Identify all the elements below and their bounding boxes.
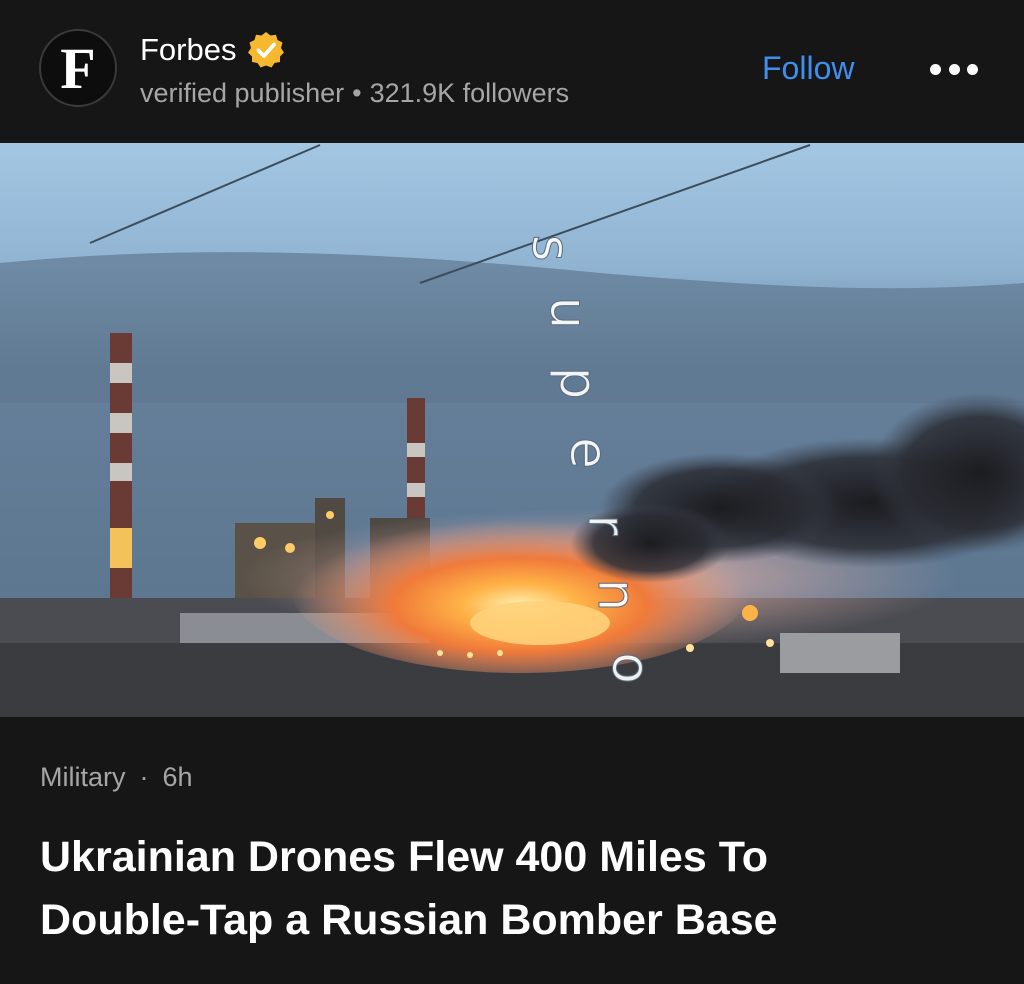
watermark-char: n: [586, 579, 646, 612]
watermark-char: p: [548, 366, 608, 399]
publisher-name[interactable]: Forbes: [140, 32, 236, 68]
more-options-icon[interactable]: [930, 60, 978, 78]
more-dot: [930, 63, 941, 75]
watermark-char: e: [558, 437, 618, 469]
follower-count: 321.9K followers: [369, 78, 570, 108]
publisher-avatar[interactable]: F: [39, 29, 117, 107]
watermark-char: u: [538, 297, 598, 330]
more-dot: [948, 63, 960, 75]
headline-line-2: Double-Tap a Russian Bomber Base: [40, 896, 778, 944]
publisher-meta: verified publisher • 321.9K followers: [140, 78, 569, 109]
article-headline[interactable]: Ukrainian Drones Flew 400 Miles To Doubl…: [40, 826, 990, 952]
watermark-char: o: [600, 652, 660, 684]
publisher-logo-letter: F: [60, 36, 96, 101]
meta-separator: ·: [139, 762, 149, 792]
verified-badge-icon: [248, 32, 285, 68]
watermark-char: s: [520, 234, 580, 261]
meta-separator: •: [352, 78, 362, 108]
explosion-photo: s u p e r n o: [0, 143, 1024, 717]
article-meta: Military · 6h: [40, 762, 193, 793]
verified-publisher-label: verified publisher: [140, 78, 345, 108]
watermark-char: r: [576, 514, 636, 536]
publisher-header: F Forbes verified publisher • 321.9K follo…: [0, 0, 1024, 143]
follow-button[interactable]: Follow: [762, 50, 854, 87]
more-dot: [967, 63, 978, 75]
article-age: 6h: [162, 762, 193, 792]
headline-line-1: Ukrainian Drones Flew 400 Miles To: [40, 833, 769, 881]
article-category[interactable]: Military: [40, 762, 126, 792]
article-hero-image[interactable]: s u p e r n o: [0, 143, 1024, 717]
publisher-name-row[interactable]: Forbes: [140, 30, 286, 70]
